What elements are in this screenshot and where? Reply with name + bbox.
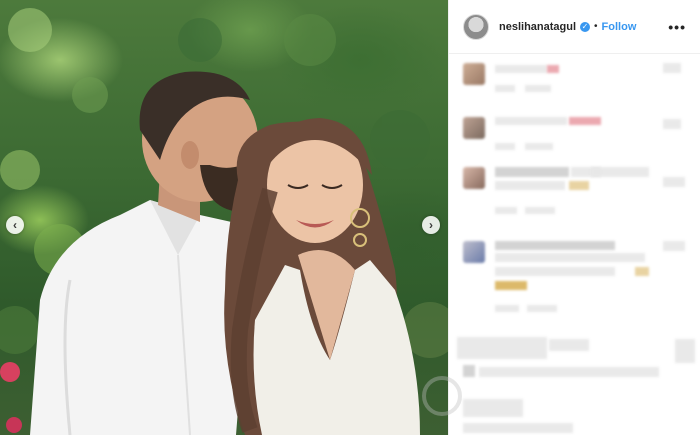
blurred-text — [495, 117, 567, 125]
carousel-next-button[interactable]: › — [422, 216, 440, 234]
blurred-text — [569, 117, 601, 125]
comments-list-blurred — [449, 55, 700, 435]
blurred-text — [495, 181, 565, 190]
blurred-text — [495, 281, 527, 290]
blurred-text — [495, 167, 569, 177]
verified-badge-icon: ✓ — [580, 21, 591, 32]
blurred-text — [495, 65, 547, 73]
carousel-prev-button[interactable]: ‹ — [6, 216, 24, 234]
blurred-text — [549, 339, 589, 351]
blurred-text — [495, 305, 519, 312]
watermark-logo — [422, 376, 462, 416]
chevron-right-icon: › — [429, 218, 433, 232]
blurred-text — [525, 143, 553, 150]
blurred-text — [495, 253, 645, 262]
blurred-avatar — [463, 241, 485, 263]
blurred-text — [495, 85, 515, 92]
blurred-avatar — [463, 365, 475, 377]
post-side-panel: neslihanatagul ✓ • Follow ••• — [448, 0, 700, 435]
blurred-text — [463, 399, 523, 417]
blurred-text — [457, 337, 547, 359]
chevron-left-icon: ‹ — [13, 218, 17, 232]
blurred-text — [495, 241, 615, 250]
blurred-text — [525, 85, 551, 92]
post-photo: ‹ › — [0, 0, 448, 435]
avatar[interactable] — [463, 13, 489, 40]
blurred-text — [547, 65, 559, 73]
username-link[interactable]: neslihanatagul — [499, 21, 576, 33]
blurred-text — [569, 181, 589, 190]
blurred-text — [591, 167, 649, 177]
blurred-text — [663, 177, 685, 187]
blurred-text — [495, 267, 615, 276]
blurred-text — [635, 267, 649, 276]
photo-illustration — [0, 8, 448, 435]
blurred-avatar — [463, 167, 485, 189]
blurred-text — [663, 63, 681, 73]
blurred-text — [675, 339, 695, 363]
more-options-icon[interactable]: ••• — [668, 19, 686, 35]
blurred-avatar — [463, 117, 485, 139]
post-header: neslihanatagul ✓ • Follow ••• — [449, 0, 700, 54]
blurred-text — [525, 207, 555, 214]
blurred-text — [463, 423, 573, 433]
follow-button[interactable]: Follow — [602, 21, 637, 33]
blurred-text — [663, 119, 681, 129]
blurred-text — [527, 305, 557, 312]
blurred-text — [495, 207, 517, 214]
blurred-text — [495, 143, 515, 150]
blurred-text — [663, 241, 685, 251]
blurred-avatar — [463, 63, 485, 85]
separator-dot: • — [594, 21, 598, 32]
blurred-text — [479, 367, 659, 377]
